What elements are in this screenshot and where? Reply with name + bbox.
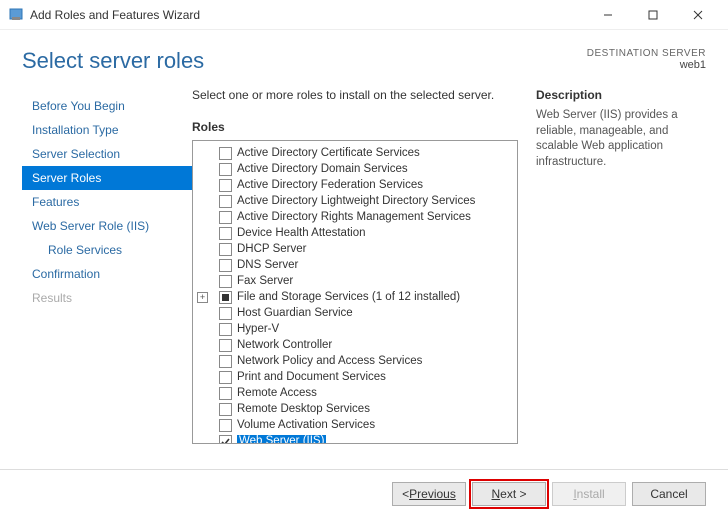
role-row[interactable]: Remote Access xyxy=(195,385,515,401)
nav-item[interactable]: Web Server Role (IIS) xyxy=(22,214,192,238)
next-button[interactable]: Next > xyxy=(472,482,546,506)
role-checkbox[interactable] xyxy=(219,227,232,240)
nav-item[interactable]: Before You Begin xyxy=(22,94,192,118)
header: Select server roles DESTINATION SERVER w… xyxy=(0,30,728,82)
nav-item[interactable]: Server Roles xyxy=(22,166,192,190)
role-row[interactable]: Active Directory Domain Services xyxy=(195,161,515,177)
description-label: Description xyxy=(536,88,706,102)
previous-button[interactable]: < Previous xyxy=(392,482,466,506)
role-row[interactable]: DHCP Server xyxy=(195,241,515,257)
role-label: Remote Desktop Services xyxy=(237,403,370,415)
role-label: Active Directory Domain Services xyxy=(237,163,408,175)
description-column: Description Web Server (IIS) provides a … xyxy=(536,88,706,472)
role-label: Active Directory Lightweight Directory S… xyxy=(237,195,475,207)
page-title: Select server roles xyxy=(22,48,204,74)
role-label: Hyper-V xyxy=(237,323,279,335)
role-label: Remote Access xyxy=(237,387,317,399)
window-controls xyxy=(585,1,720,29)
role-checkbox[interactable] xyxy=(219,275,232,288)
cancel-button[interactable]: Cancel xyxy=(632,482,706,506)
role-row[interactable]: Web Server (IIS) xyxy=(195,433,515,444)
role-row[interactable]: Fax Server xyxy=(195,273,515,289)
close-button[interactable] xyxy=(675,1,720,29)
destination-label: DESTINATION SERVER xyxy=(587,48,706,59)
role-checkbox[interactable] xyxy=(219,147,232,160)
main-content: Select one or more roles to install on t… xyxy=(192,82,706,472)
role-checkbox[interactable] xyxy=(219,291,232,304)
wizard-nav: Before You BeginInstallation TypeServer … xyxy=(22,82,192,472)
install-button: Install xyxy=(552,482,626,506)
role-checkbox[interactable] xyxy=(219,419,232,432)
role-checkbox[interactable] xyxy=(219,163,232,176)
role-row[interactable]: Print and Document Services xyxy=(195,369,515,385)
role-row[interactable]: + File and Storage Services (1 of 12 inst… xyxy=(195,289,515,305)
titlebar[interactable]: Add Roles and Features Wizard xyxy=(0,0,728,30)
role-row[interactable]: Volume Activation Services xyxy=(195,417,515,433)
role-label: Network Policy and Access Services xyxy=(237,355,422,367)
role-checkbox[interactable] xyxy=(219,211,232,224)
role-label: File and Storage Services (1 of 12 insta… xyxy=(237,291,460,303)
role-label: DHCP Server xyxy=(237,243,306,255)
maximize-button[interactable] xyxy=(630,1,675,29)
role-label: Host Guardian Service xyxy=(237,307,353,319)
role-row[interactable]: DNS Server xyxy=(195,257,515,273)
nav-item[interactable]: Installation Type xyxy=(22,118,192,142)
role-checkbox[interactable] xyxy=(219,387,232,400)
role-label: Fax Server xyxy=(237,275,293,287)
role-label: Active Directory Certificate Services xyxy=(237,147,420,159)
role-checkbox[interactable] xyxy=(219,339,232,352)
nav-item[interactable]: Confirmation xyxy=(22,262,192,286)
destination-server: DESTINATION SERVER web1 xyxy=(587,48,706,71)
role-checkbox[interactable] xyxy=(219,435,232,445)
role-checkbox[interactable] xyxy=(219,179,232,192)
role-row[interactable]: Hyper-V xyxy=(195,321,515,337)
role-label: Volume Activation Services xyxy=(237,419,375,431)
role-checkbox[interactable] xyxy=(219,243,232,256)
nav-item[interactable]: Server Selection xyxy=(22,142,192,166)
nav-item[interactable]: Role Services xyxy=(22,238,192,262)
role-label: Print and Document Services xyxy=(237,371,386,383)
role-checkbox[interactable] xyxy=(219,323,232,336)
role-row[interactable]: Host Guardian Service xyxy=(195,305,515,321)
roles-column: Select one or more roles to install on t… xyxy=(192,88,518,472)
destination-name: web1 xyxy=(587,59,706,71)
role-checkbox[interactable] xyxy=(219,355,232,368)
footer: < Previous Next > Install Cancel xyxy=(0,469,728,517)
body: Before You BeginInstallation TypeServer … xyxy=(0,82,728,472)
role-checkbox[interactable] xyxy=(219,403,232,416)
role-row[interactable]: Active Directory Certificate Services xyxy=(195,145,515,161)
window-title: Add Roles and Features Wizard xyxy=(30,8,585,22)
description-text: Web Server (IIS) provides a reliable, ma… xyxy=(536,108,706,170)
role-label: Web Server (IIS) xyxy=(237,435,326,444)
roles-label: Roles xyxy=(192,120,518,134)
role-row[interactable]: Network Controller xyxy=(195,337,515,353)
instruction-text: Select one or more roles to install on t… xyxy=(192,88,518,102)
expander-icon[interactable]: + xyxy=(197,292,208,303)
nav-item: Results xyxy=(22,286,192,310)
role-row[interactable]: Remote Desktop Services xyxy=(195,401,515,417)
role-label: Active Directory Federation Services xyxy=(237,179,423,191)
role-checkbox[interactable] xyxy=(219,371,232,384)
nav-item[interactable]: Features xyxy=(22,190,192,214)
role-row[interactable]: Active Directory Federation Services xyxy=(195,177,515,193)
minimize-button[interactable] xyxy=(585,1,630,29)
role-label: Active Directory Rights Management Servi… xyxy=(237,211,471,223)
role-row[interactable]: Active Directory Lightweight Directory S… xyxy=(195,193,515,209)
role-row[interactable]: Device Health Attestation xyxy=(195,225,515,241)
role-checkbox[interactable] xyxy=(219,195,232,208)
role-checkbox[interactable] xyxy=(219,259,232,272)
app-icon xyxy=(8,7,24,23)
role-label: Device Health Attestation xyxy=(237,227,366,239)
role-label: Network Controller xyxy=(237,339,332,351)
role-row[interactable]: Network Policy and Access Services xyxy=(195,353,515,369)
role-label: DNS Server xyxy=(237,259,298,271)
roles-listbox[interactable]: Active Directory Certificate Services Act… xyxy=(192,140,518,444)
role-row[interactable]: Active Directory Rights Management Servi… xyxy=(195,209,515,225)
role-checkbox[interactable] xyxy=(219,307,232,320)
